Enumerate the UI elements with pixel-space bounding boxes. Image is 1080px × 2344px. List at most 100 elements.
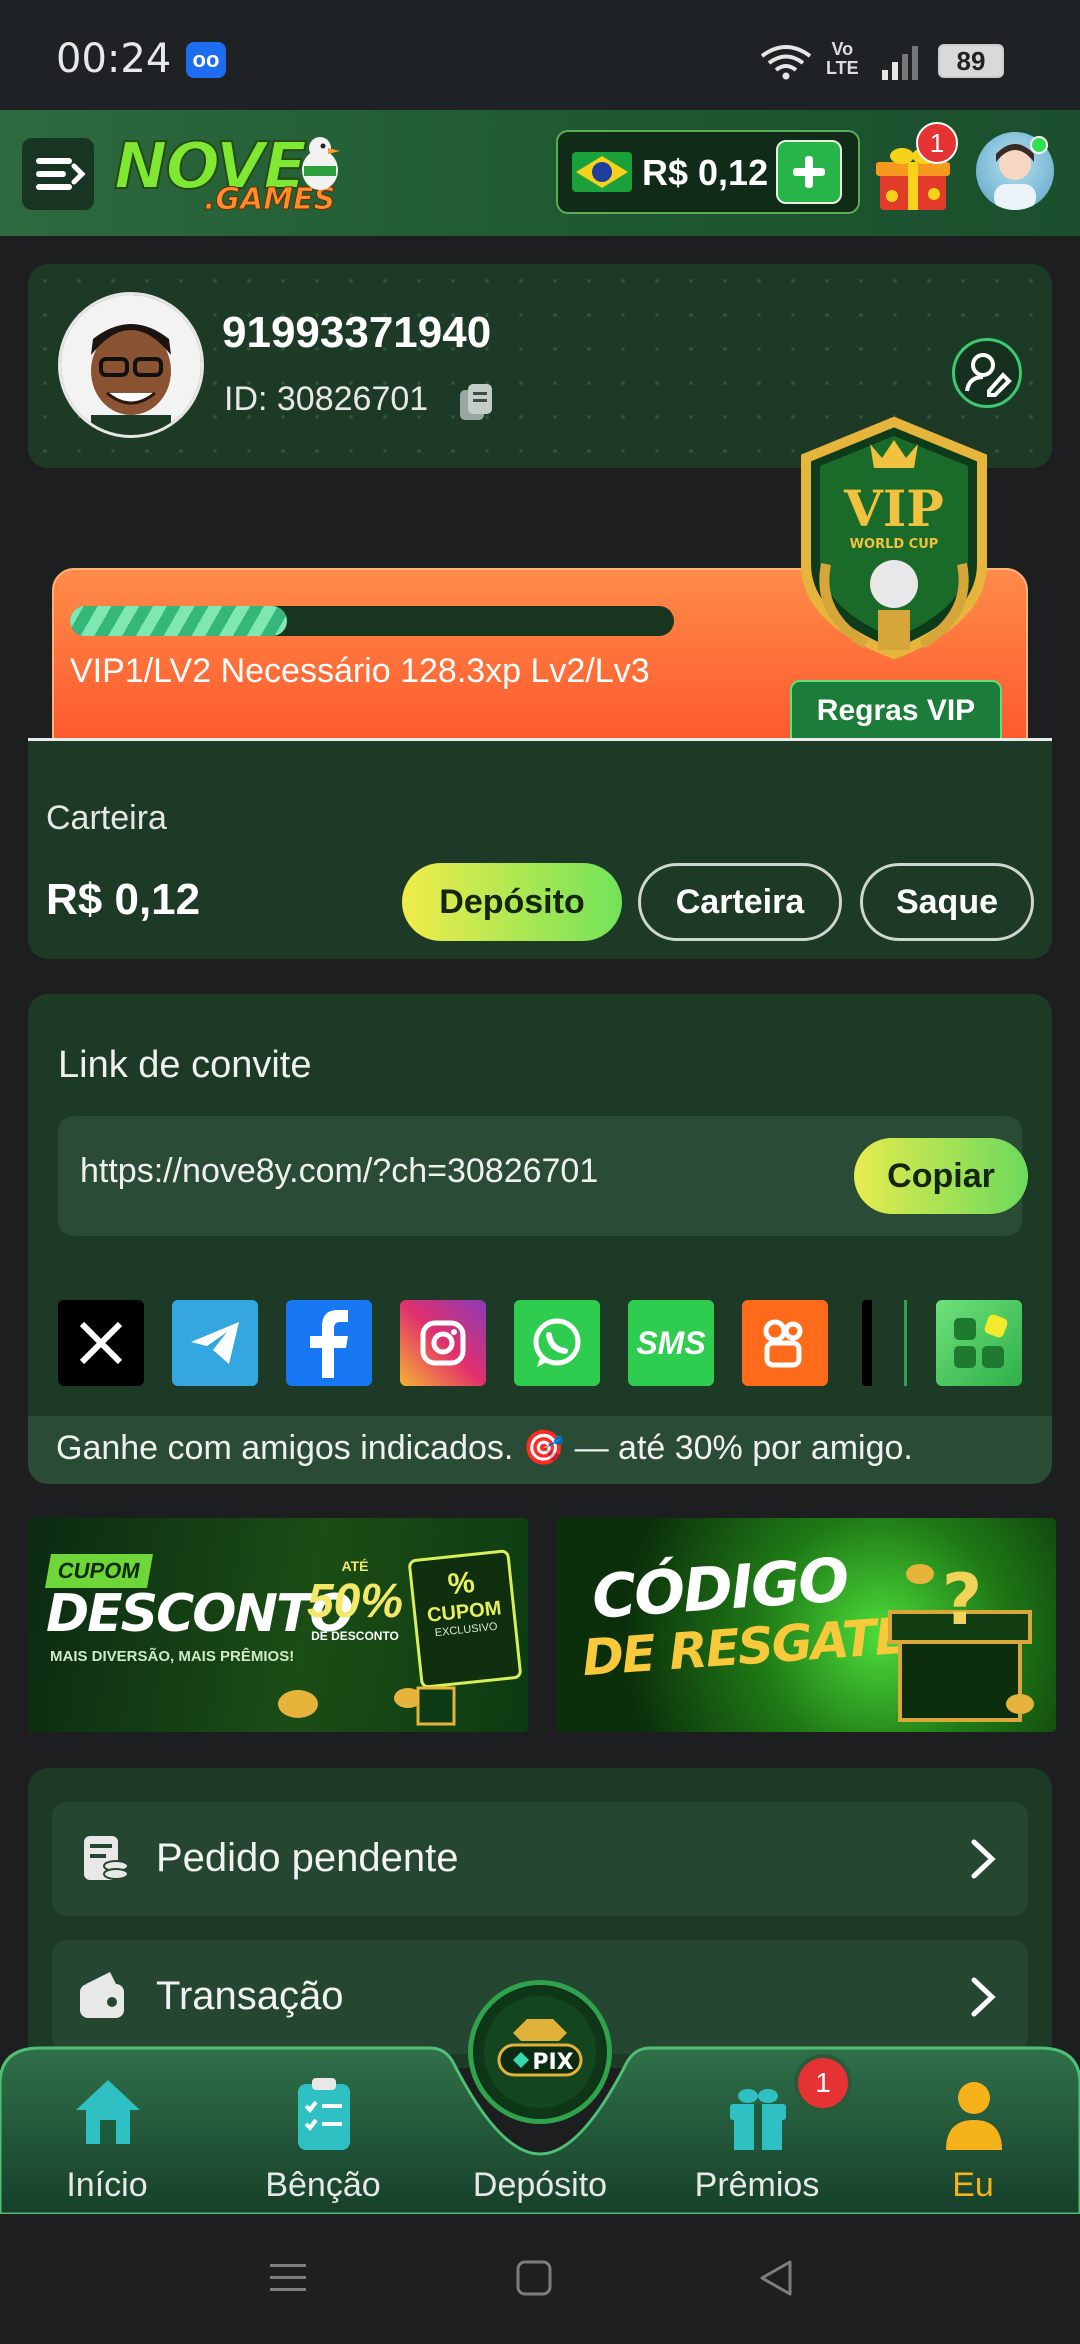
coupon-banner[interactable]: CUPOM DESCONTO MAIS DIVERSÃO, MAIS PRÊMI…: [28, 1518, 528, 1732]
telegram-icon: [191, 1322, 239, 1364]
recent-apps-icon[interactable]: [268, 2258, 308, 2298]
back-icon[interactable]: [756, 2258, 796, 2298]
nav-home[interactable]: Início: [32, 2074, 182, 2214]
header-balance: R$ 0,12: [642, 152, 769, 193]
username: 91993371940: [222, 308, 492, 357]
plus-icon: [793, 156, 825, 188]
wallet-transaction-icon: [80, 1972, 124, 2018]
invite-card: Link de convite https://nove8y.com/?ch=3…: [28, 994, 1052, 1484]
scroll-divider: [904, 1300, 907, 1386]
gift-icon: [730, 2089, 786, 2150]
nav-label: Depósito: [472, 2166, 608, 2204]
chevron-right-icon: [971, 1977, 996, 2017]
copy-link-button[interactable]: Copiar: [854, 1138, 1028, 1214]
wallet-card: Carteira R$ 0,12 Depósito Carteira Saque: [28, 741, 1052, 959]
volte-indicator: Vo LTE: [826, 39, 859, 78]
nav-me[interactable]: Eu: [898, 2074, 1048, 2214]
home-system-icon[interactable]: [514, 2258, 554, 2298]
avatar-man-icon: [61, 295, 201, 435]
invite-link-box: https://nove8y.com/?ch=30826701 Copiar: [58, 1116, 1028, 1236]
battery-indicator: 89: [938, 44, 1004, 78]
wifi-icon: [760, 45, 812, 80]
coupon-tagline: MAIS DIVERSÃO, MAIS PRÊMIOS!: [50, 1648, 295, 1665]
status-bar: 00:24 oo Vo LTE 89: [0, 0, 1080, 110]
discount-badge: ATÉ 50% DE DESCONTO: [300, 1558, 410, 1678]
vip-progress-bar: [70, 606, 674, 636]
menu-label: Pedido pendente: [156, 1836, 459, 1880]
system-nav-bar: [0, 2214, 1080, 2344]
discount-upto: ATÉ: [341, 1558, 369, 1574]
whatsapp-icon: [533, 1318, 581, 1367]
grid-apps-icon: [954, 1314, 1008, 1368]
kwai-icon: [763, 1319, 803, 1368]
wallet-button[interactable]: Carteira: [638, 863, 842, 941]
withdraw-button[interactable]: Saque: [860, 863, 1034, 941]
nav-deposit[interactable]: Depósito: [465, 2074, 615, 2214]
nav-label: Início: [66, 2166, 148, 2204]
wallet-balance: R$ 0,12: [46, 875, 201, 924]
copy-icon[interactable]: [458, 382, 494, 422]
nav-label: Bênção: [265, 2166, 381, 2204]
mascot-duck-icon: [302, 137, 340, 190]
signal-icon: [882, 46, 918, 80]
status-time: 00:24: [56, 36, 172, 82]
vip-progress-fill: [70, 606, 288, 636]
menu-label: Transação: [156, 1974, 344, 2018]
vip-badge-subtitle: WORLD CUP: [850, 537, 939, 552]
tiktok-share-button[interactable]: [862, 1300, 872, 1386]
whatsapp-share-button[interactable]: [514, 1300, 600, 1386]
nav-blessing[interactable]: Bênção: [248, 2074, 398, 2214]
discount-label: DE DESCONTO: [311, 1629, 399, 1643]
kwai-share-button[interactable]: [742, 1300, 828, 1386]
vip-badge-title: VIP: [843, 479, 944, 538]
nav-label: Prêmios: [694, 2166, 820, 2204]
menu-button[interactable]: [22, 138, 94, 210]
redeem-code-banner[interactable]: CÓDIGO DE RESGATE ?: [556, 1518, 1056, 1732]
vip-progress-text: VIP1/LV2 Necessário 128.3xp Lv2/Lv3: [70, 652, 650, 690]
vip-badge-icon: VIP WORLD CUP: [801, 416, 987, 660]
coins-icon: [278, 1686, 456, 1726]
pix-label: PIX: [532, 2050, 573, 2075]
brazil-flag-icon: [572, 152, 632, 192]
instagram-share-button[interactable]: [400, 1300, 486, 1386]
x-share-button[interactable]: [58, 1300, 144, 1386]
facebook-icon: [310, 1310, 348, 1378]
instagram-icon: [420, 1320, 466, 1366]
chevron-right-icon: [971, 1839, 996, 1879]
deposit-button[interactable]: Depósito: [402, 863, 622, 941]
user-id: ID: 30826701: [224, 380, 429, 418]
discount-percent: 50%: [306, 1575, 404, 1628]
edit-profile-button[interactable]: [952, 338, 1022, 408]
invite-note-bar: Ganhe com amigos indicados. 🎯 — até 30% …: [28, 1416, 1052, 1484]
hamburger-icon: [36, 158, 86, 190]
app-header: NOVE .GAMES R$ 0,12 1: [0, 110, 1080, 236]
invite-url: https://nove8y.com/?ch=30826701: [80, 1152, 599, 1190]
home-icon: [76, 2080, 140, 2144]
telegram-share-button[interactable]: [172, 1300, 258, 1386]
invite-note: Ganhe com amigos indicados. 🎯 — até 30% …: [56, 1429, 913, 1467]
app-logo: NOVE .GAMES: [113, 129, 344, 220]
pending-order-icon: [84, 1836, 129, 1880]
wallet-label: Carteira: [46, 799, 167, 837]
rewards-badge: 1: [794, 2054, 852, 2112]
gift-badge: 1: [916, 122, 958, 164]
coupon-tag: CUPOM: [45, 1554, 153, 1588]
mystery-gift-icon: ?: [888, 1559, 1034, 1722]
online-status-dot: [1030, 136, 1048, 154]
nav-label: Eu: [952, 2166, 994, 2204]
x-logo-icon: [79, 1321, 123, 1365]
facebook-share-button[interactable]: [286, 1300, 372, 1386]
voicemail-icon: oo: [186, 42, 226, 78]
svg-text:?: ?: [942, 1559, 983, 1641]
sms-share-button[interactable]: SMS: [628, 1300, 714, 1386]
clipboard-icon: [298, 2078, 350, 2150]
more-share-button[interactable]: [936, 1300, 1022, 1386]
profile-avatar[interactable]: [58, 292, 204, 438]
add-funds-button[interactable]: [776, 140, 842, 204]
header-balance-pill[interactable]: R$ 0,12: [556, 130, 860, 214]
invite-title: Link de convite: [58, 1044, 312, 1086]
user-icon: [946, 2082, 1002, 2150]
vip-rules-button[interactable]: Regras VIP: [790, 680, 1002, 740]
user-edit-icon: [965, 353, 1012, 397]
menu-item-pending-order[interactable]: Pedido pendente: [52, 1802, 1028, 1916]
